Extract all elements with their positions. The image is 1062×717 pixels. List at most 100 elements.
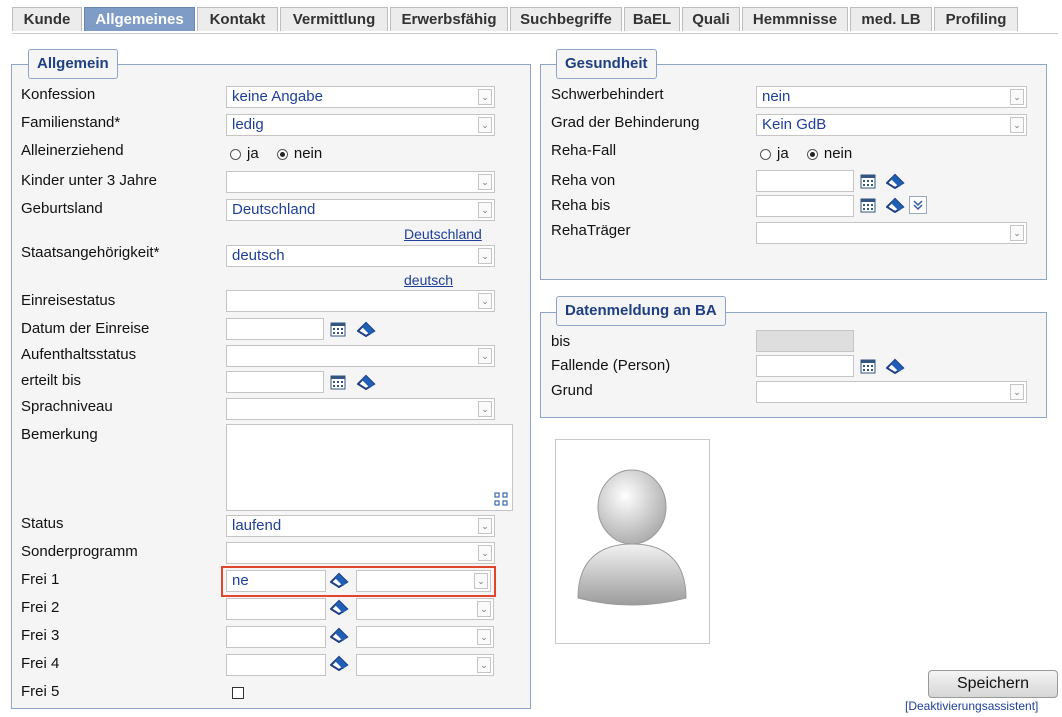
konfession-select[interactable]: keine Angabe ⌄	[226, 86, 495, 108]
alleinerziehend-ja-option[interactable]: ja	[230, 145, 259, 162]
tab-allgemeines[interactable]: Allgemeines	[84, 7, 195, 31]
chevron-down-icon: ⌄	[478, 202, 492, 218]
erteilt-bis-input[interactable]	[226, 371, 324, 393]
fallende-label: Fallende (Person)	[551, 357, 671, 374]
calendar-icon[interactable]	[858, 357, 878, 375]
geburtsland-select[interactable]: Deutschland ⌄	[226, 199, 495, 221]
grad-behinderung-select[interactable]: Kein GdB ⌄	[756, 114, 1027, 136]
sprachniveau-select[interactable]: ⌄	[226, 398, 495, 420]
sonderprogramm-select[interactable]: ⌄	[226, 542, 495, 564]
radio-nein[interactable]	[806, 148, 818, 160]
chevron-down-icon: ⌄	[1010, 225, 1024, 241]
chevron-down-icon: ⌄	[1010, 117, 1024, 133]
familienstand-value: ledig	[232, 116, 264, 133]
datum-einreise-input[interactable]	[226, 318, 324, 340]
chevron-down-icon: ⌄	[478, 117, 492, 133]
eraser-icon[interactable]	[886, 357, 906, 375]
eraser-icon[interactable]	[330, 598, 350, 616]
reha-von-input[interactable]	[756, 170, 854, 192]
tab-kontakt[interactable]: Kontakt	[197, 7, 278, 31]
staatsangehoerigkeit-select[interactable]: deutsch ⌄	[226, 245, 495, 267]
chevron-down-icon: ⌄	[478, 545, 492, 561]
geburtsland-value: Deutschland	[232, 201, 316, 218]
reha-bis-input[interactable]	[756, 195, 854, 217]
frei5-checkbox[interactable]	[232, 687, 244, 699]
frei1-input[interactable]: ne	[226, 570, 326, 592]
tab-erwerbsfaehig[interactable]: Erwerbsfähig	[390, 7, 508, 31]
grad-behinderung-label: Grad der Behinderung	[551, 114, 700, 131]
eraser-icon[interactable]	[886, 172, 906, 190]
chevron-down-icon: ⌄	[478, 518, 492, 534]
calendar-icon[interactable]	[858, 196, 878, 214]
alleinerziehend-nein-option[interactable]: nein	[276, 145, 322, 162]
reha-fall-nein-option[interactable]: nein	[806, 145, 852, 162]
erteilt-bis-label: erteilt bis	[21, 372, 82, 389]
grund-select[interactable]: ⌄	[756, 381, 1027, 403]
reha-von-label: Reha von	[551, 172, 616, 189]
calendar-icon[interactable]	[328, 320, 348, 338]
frei4-input[interactable]	[226, 654, 326, 676]
kinder-label: Kinder unter 3 Jahre	[21, 172, 157, 189]
tab-profiling[interactable]: Profiling	[934, 7, 1018, 31]
aufenthaltsstatus-select[interactable]: ⌄	[226, 345, 495, 367]
save-button[interactable]: Speichern	[928, 670, 1058, 698]
frei2-input[interactable]	[226, 598, 326, 620]
deaktivierungsassistent-link[interactable]: [Deaktivierungsassistent]	[905, 699, 1038, 713]
kinder-select[interactable]: ⌄	[226, 171, 495, 193]
schwerbehindert-label: Schwerbehindert	[551, 86, 664, 103]
familienstand-select[interactable]: ledig ⌄	[226, 114, 495, 136]
radio-ja-label: ja	[247, 145, 259, 162]
radio-ja[interactable]	[230, 148, 241, 160]
chevron-down-icon: ⌄	[478, 248, 492, 264]
tab-bael[interactable]: BaEL	[624, 7, 680, 31]
calendar-icon[interactable]	[328, 373, 348, 391]
expand-icon[interactable]	[494, 492, 508, 506]
frei3-select[interactable]: ⌄	[356, 626, 494, 648]
frei3-input[interactable]	[226, 626, 326, 648]
avatar	[555, 439, 710, 644]
chevron-down-icon: ⌄	[477, 657, 491, 673]
double-chevron-down-icon[interactable]	[909, 196, 927, 214]
tab-suchbegriffe[interactable]: Suchbegriffe	[510, 7, 622, 31]
reha-bis-label: Reha bis	[551, 197, 611, 214]
reha-traeger-select[interactable]: ⌄	[756, 222, 1027, 244]
status-value: laufend	[232, 517, 282, 534]
einreisestatus-select[interactable]: ⌄	[226, 290, 495, 312]
frei2-select[interactable]: ⌄	[356, 598, 494, 620]
eraser-icon[interactable]	[357, 373, 377, 391]
tab-vermittlung[interactable]: Vermittlung	[280, 7, 388, 31]
chevron-down-icon: ⌄	[1010, 384, 1024, 400]
grund-label: Grund	[551, 382, 593, 399]
staatsangehoerigkeit-link[interactable]: deutsch	[404, 272, 453, 288]
eraser-icon[interactable]	[330, 626, 350, 644]
staatsangehoerigkeit-value: deutsch	[232, 247, 285, 264]
schwerbehindert-select[interactable]: nein ⌄	[756, 86, 1027, 108]
datum-einreise-label: Datum der Einreise	[21, 320, 150, 337]
reha-fall-ja-option[interactable]: ja	[760, 145, 789, 162]
alleinerziehend-radio-group: ja nein	[230, 145, 336, 162]
tab-med-lb[interactable]: med. LB	[850, 7, 932, 31]
aufenthaltsstatus-label: Aufenthaltsstatus	[21, 346, 137, 363]
tab-kunde[interactable]: Kunde	[12, 7, 82, 31]
radio-nein[interactable]	[276, 148, 288, 160]
tab-hemmnisse[interactable]: Hemmnisse	[742, 7, 848, 31]
radio-ja[interactable]	[760, 148, 771, 160]
status-select[interactable]: laufend ⌄	[226, 515, 495, 537]
calendar-icon[interactable]	[858, 172, 878, 190]
eraser-icon[interactable]	[330, 654, 350, 672]
eraser-icon[interactable]	[357, 320, 377, 338]
frei3-label: Frei 3	[21, 627, 60, 644]
geburtsland-link[interactable]: Deutschland	[404, 226, 482, 242]
frei1-label: Frei 1	[21, 571, 60, 588]
geburtsland-label: Geburtsland	[21, 200, 103, 217]
grad-behinderung-value: Kein GdB	[762, 116, 827, 133]
tab-quali[interactable]: Quali	[682, 7, 740, 31]
frei1-select[interactable]: ⌄	[356, 570, 491, 592]
konfession-label: Konfession	[21, 86, 96, 103]
bemerkung-textarea[interactable]	[226, 424, 513, 511]
eraser-icon[interactable]	[330, 571, 350, 589]
fallende-input[interactable]	[756, 355, 854, 377]
bemerkung-label: Bemerkung	[21, 426, 98, 443]
frei4-select[interactable]: ⌄	[356, 654, 494, 676]
eraser-icon[interactable]	[886, 196, 906, 214]
